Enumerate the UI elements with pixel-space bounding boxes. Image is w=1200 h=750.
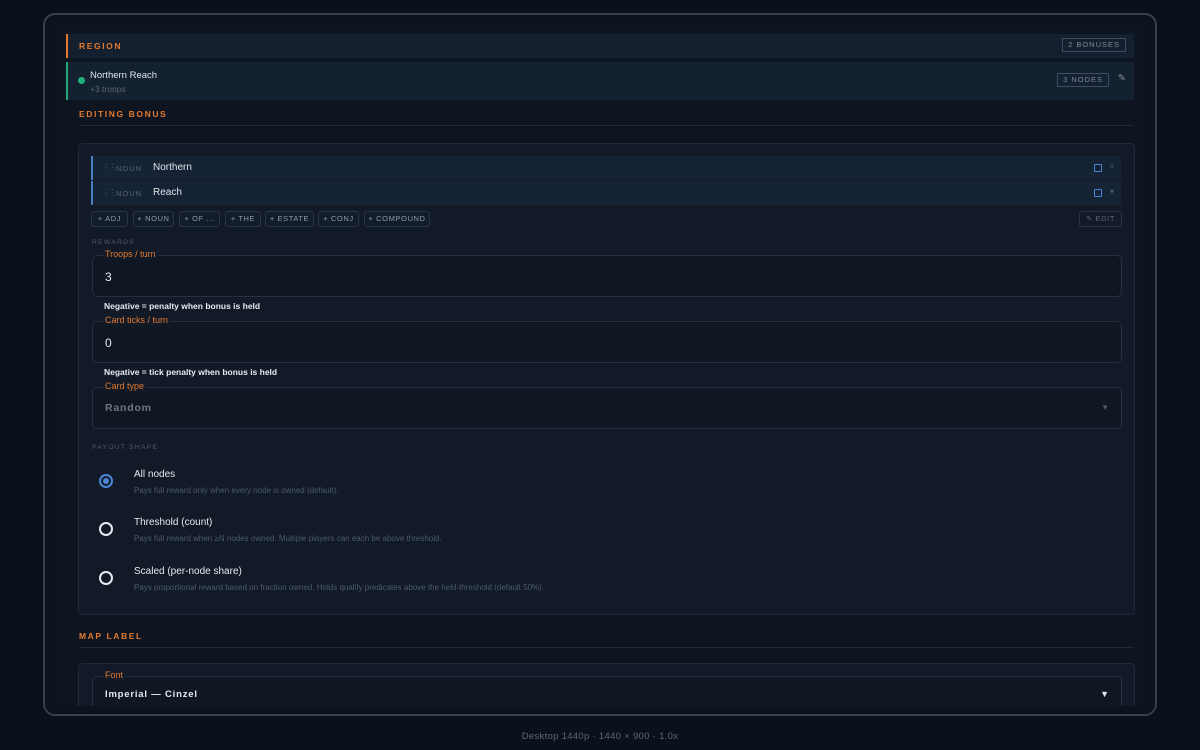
token-checkbox[interactable]: [1094, 164, 1102, 172]
card-type-select[interactable]: Card type Random ▼: [92, 381, 1122, 429]
font-value: Imperial — Cinzel: [105, 689, 198, 700]
drag-handle-icon[interactable]: ⋮⋮: [102, 188, 117, 197]
token-row[interactable]: ⋮⋮ NOUN Northern ×: [91, 156, 1121, 180]
troops-per-turn-field[interactable]: Troops / turn 3: [92, 249, 1122, 297]
token-menu-icon[interactable]: ▾: [1110, 187, 1114, 196]
divider: [79, 647, 1134, 648]
card-type-value: Random: [105, 402, 152, 414]
add-compound-chip[interactable]: + COMPOUND: [364, 211, 430, 227]
card-ticks-label: Card ticks / turn: [103, 315, 171, 325]
region-bonus-summary: +3 troops: [90, 84, 126, 94]
app-screen: REGION 2 BONUSES Northern Reach +3 troop…: [55, 25, 1145, 706]
token-checkbox[interactable]: [1094, 189, 1102, 197]
region-name: Northern Reach: [90, 70, 158, 81]
editing-bonus-heading: EDITING BONUS: [79, 109, 168, 119]
chevron-down-icon: ▼: [1101, 403, 1109, 412]
add-of-chip[interactable]: + OF ...: [179, 211, 220, 227]
pencil-icon: ✎: [1085, 214, 1096, 223]
troops-per-turn-value[interactable]: 3: [105, 270, 112, 284]
chevron-down-icon: ▼: [1100, 689, 1109, 699]
option-title: All nodes: [134, 469, 176, 480]
bonus-editor-card: ⋮⋮ NOUN Northern × ⋮⋮ NOUN Reach ▾ + ADJ…: [78, 143, 1135, 615]
add-conj-chip[interactable]: + CONJ: [318, 211, 359, 227]
option-description: Pays full reward only when every node is…: [134, 486, 339, 495]
bonuses-count-badge: 2 BONUSES: [1062, 38, 1126, 52]
status-dot-icon: [78, 77, 85, 84]
card-ticks-field[interactable]: Card ticks / turn 0: [92, 315, 1122, 363]
token-word: Northern: [153, 162, 192, 173]
device-frame: REGION 2 BONUSES Northern Reach +3 troop…: [43, 13, 1157, 716]
token-pos: NOUN: [116, 189, 143, 198]
font-label: Font: [103, 670, 126, 680]
add-noun-chip[interactable]: + NOUN: [133, 211, 174, 227]
add-the-chip[interactable]: + THE: [225, 211, 261, 227]
pencil-icon[interactable]: ✎: [1118, 73, 1126, 84]
troops-per-turn-label: Troops / turn: [103, 249, 158, 259]
token-word: Reach: [153, 187, 182, 198]
card-type-label: Card type: [103, 381, 147, 391]
card-ticks-hint: Negative = tick penalty when bonus is he…: [104, 367, 278, 377]
radio-scaled[interactable]: [99, 571, 113, 585]
edit-button[interactable]: ✎ EDIT: [1079, 211, 1122, 227]
radio-all-nodes[interactable]: [99, 474, 113, 488]
rewards-heading: REWARDS: [92, 239, 135, 246]
payout-shape-heading: PAYOUT SHAPE: [92, 444, 159, 451]
remove-token-icon[interactable]: ×: [1109, 162, 1114, 171]
edit-label: EDIT: [1095, 214, 1116, 223]
radio-threshold[interactable]: [99, 522, 113, 536]
option-description: Pays full reward when ≥N nodes owned. Mu…: [134, 534, 442, 543]
divider: [79, 125, 1134, 126]
option-description: Pays proportional reward based on fracti…: [134, 583, 545, 592]
map-label-heading: MAP LABEL: [79, 631, 143, 641]
region-header: REGION 2 BONUSES: [66, 34, 1134, 58]
map-label-card: Font Imperial — Cinzel ▼: [78, 663, 1135, 706]
option-title: Scaled (per-node share): [134, 566, 242, 577]
card-ticks-value[interactable]: 0: [105, 336, 112, 350]
font-select[interactable]: Font Imperial — Cinzel ▼: [92, 670, 1122, 706]
add-estate-chip[interactable]: + ESTATE: [265, 211, 314, 227]
drag-handle-icon[interactable]: ⋮⋮: [102, 163, 117, 172]
troops-hint: Negative = penalty when bonus is held: [104, 301, 261, 311]
option-title: Threshold (count): [134, 517, 213, 528]
add-adj-chip[interactable]: + ADJ: [91, 211, 128, 227]
region-item-northern-reach[interactable]: Northern Reach +3 troops 3 NODES ✎: [66, 62, 1134, 100]
region-title: REGION: [79, 41, 123, 51]
token-pos: NOUN: [116, 164, 143, 173]
viewport-caption: Desktop 1440p · 1440 × 900 · 1.0x: [521, 731, 679, 742]
token-row[interactable]: ⋮⋮ NOUN Reach ▾: [91, 181, 1121, 205]
nodes-count-badge: 3 NODES: [1057, 73, 1109, 87]
